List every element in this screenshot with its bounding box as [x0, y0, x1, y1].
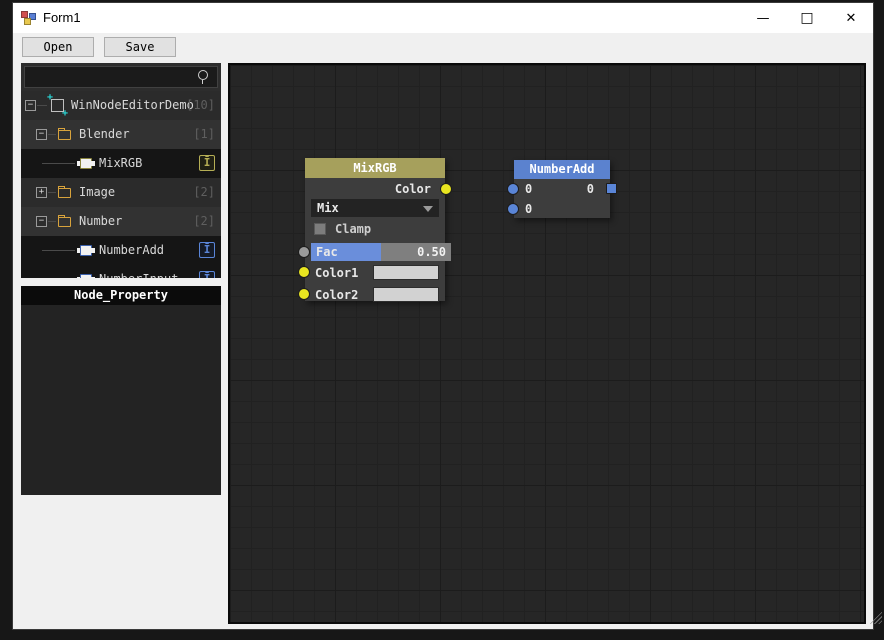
maximize-button[interactable]: □ — [785, 3, 829, 33]
transform-icon — [47, 92, 68, 119]
tree-item-label: Number — [79, 214, 123, 228]
tree-item-label: NumberAdd — [99, 243, 165, 257]
expander-icon[interactable]: − — [25, 100, 36, 111]
app-icon — [21, 10, 37, 26]
tree-item-image[interactable]: + Image [2] — [21, 178, 221, 207]
color1-input-socket[interactable] — [298, 266, 310, 278]
tree-item-blender[interactable]: − Blender [1] — [21, 120, 221, 149]
tree-item-count: [1] — [193, 127, 215, 141]
search-icon — [197, 70, 209, 85]
fac-slider[interactable]: Fac 0.50 — [298, 243, 451, 261]
search-box[interactable] — [24, 66, 218, 88]
folder-icon — [58, 215, 71, 227]
color2-row: Color2 — [298, 285, 445, 305]
node-mixrgb[interactable]: MixRGB Color Mix Clamp Fac 0.50 Color1 C… — [298, 158, 452, 302]
color-output-socket[interactable] — [440, 183, 452, 195]
mixrgb-output-row: Color — [305, 178, 452, 199]
numberadd-row2: 0 — [507, 199, 610, 219]
close-button[interactable]: ✕ — [829, 3, 873, 33]
tree-item-mixrgb[interactable]: MixRGB Ī — [21, 149, 221, 178]
input1-value: 0 — [525, 182, 533, 196]
node-template-badge-icon[interactable]: Ī — [199, 155, 215, 171]
tree-item-label: NumberInput — [99, 272, 178, 278]
blend-mode-dropdown[interactable]: Mix — [311, 199, 439, 217]
number-input1-socket[interactable] — [507, 183, 519, 195]
color2-swatch[interactable] — [373, 287, 439, 302]
close-icon: ✕ — [845, 10, 857, 26]
minimize-button[interactable]: — — [741, 3, 785, 33]
expander-icon[interactable]: − — [36, 216, 47, 227]
color2-label: Color2 — [315, 288, 359, 302]
node-icon — [77, 158, 95, 169]
toolbar: Open Save — [13, 33, 873, 65]
fac-label: Fac — [316, 245, 338, 259]
color1-swatch[interactable] — [373, 265, 439, 280]
numberadd-row1: 0 0 — [507, 179, 617, 199]
node-mixrgb-title[interactable]: MixRGB — [305, 158, 445, 178]
clamp-checkbox[interactable] — [314, 223, 326, 235]
save-button[interactable]: Save — [104, 37, 176, 57]
tree-item-label: Image — [79, 185, 116, 199]
node-numberadd[interactable]: NumberAdd 0 0 0 — [507, 160, 617, 219]
tree-item-number[interactable]: − Number [2] — [21, 207, 221, 236]
node-template-badge-icon[interactable]: Ī — [199, 242, 215, 258]
node-icon — [77, 274, 95, 278]
node-icon — [77, 245, 95, 256]
tree-item-numberinput[interactable]: NumberInput Ī — [21, 265, 221, 278]
tree-item-count: [2] — [193, 185, 215, 199]
app-window: Form1 — □ ✕ Open Save − + + WinNodeEdito… — [12, 2, 874, 630]
folder-icon — [58, 186, 71, 198]
clamp-row: Clamp — [305, 220, 445, 241]
open-button[interactable]: Open — [22, 37, 94, 57]
fac-value: 0.50 — [417, 245, 446, 259]
color1-label: Color1 — [315, 266, 359, 280]
color1-row: Color1 — [298, 263, 445, 283]
tree-item-label: Blender — [79, 127, 130, 141]
output-value: 0 — [586, 182, 594, 196]
tree-item-numberadd[interactable]: NumberAdd Ī — [21, 236, 221, 265]
tree-item-label: WinNodeEditorDemo — [71, 98, 194, 112]
expander-icon[interactable]: + — [36, 187, 47, 198]
tree-item-label: MixRGB — [99, 156, 143, 170]
number-input2-socket[interactable] — [507, 203, 519, 215]
titlebar[interactable]: Form1 — □ ✕ — [13, 3, 873, 33]
node-editor-canvas[interactable]: MixRGB Color Mix Clamp Fac 0.50 Color1 C… — [228, 63, 866, 624]
color2-input-socket[interactable] — [298, 288, 310, 300]
dropdown-value: Mix — [317, 201, 339, 215]
tree-item-count: [10] — [186, 98, 215, 112]
window-title: Form1 — [43, 10, 81, 25]
screen: Form1 — □ ✕ Open Save − + + WinNodeEdito… — [0, 0, 884, 640]
chevron-down-icon — [423, 206, 433, 212]
minimize-icon: — — [756, 10, 770, 26]
number-output-socket[interactable] — [606, 183, 617, 194]
tree-item-count: [2] — [193, 214, 215, 228]
node-property-panel — [21, 305, 221, 495]
node-tree-panel: − WinNodeEditorDemo [10] − Blender [1] — [21, 63, 221, 278]
expander-icon[interactable]: − — [36, 129, 47, 140]
tree-item-winnodeeditordemo[interactable]: − WinNodeEditorDemo [10] — [21, 91, 221, 120]
maximize-icon: □ — [800, 10, 814, 26]
node-numberadd-title[interactable]: NumberAdd — [514, 160, 610, 179]
fac-input-socket[interactable] — [298, 246, 310, 258]
node-property-header: Node_Property — [21, 286, 221, 305]
search-input[interactable] — [29, 69, 189, 85]
output-label: Color — [394, 182, 431, 196]
folder-icon — [58, 128, 71, 140]
input2-value: 0 — [525, 202, 533, 216]
clamp-label: Clamp — [335, 222, 372, 236]
node-template-badge-icon[interactable]: Ī — [199, 271, 215, 278]
